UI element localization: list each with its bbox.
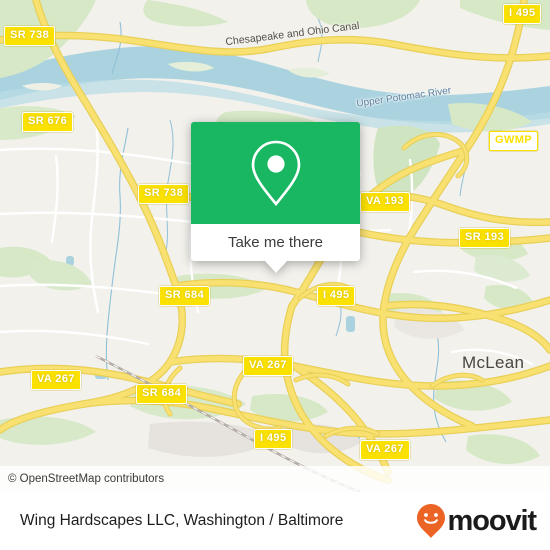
footer-bar: Wing Hardscapes LLC, Washington / Baltim… xyxy=(0,492,550,550)
road-shield-i-495-3[interactable]: I 495 xyxy=(254,429,293,449)
popup-pointer xyxy=(264,261,287,273)
road-shield-i-495[interactable]: I 495 xyxy=(503,4,542,24)
map-pin-icon xyxy=(251,140,300,207)
moovit-wordmark: moovit xyxy=(447,504,538,537)
road-shield-va-267-3[interactable]: VA 267 xyxy=(360,440,410,460)
road-shield-va-267-2[interactable]: VA 267 xyxy=(31,370,81,390)
popup-header xyxy=(191,122,360,224)
road-shield-sr-738[interactable]: SR 738 xyxy=(4,26,56,46)
road-shield-sr-193[interactable]: SR 193 xyxy=(459,228,511,248)
moovit-pin-smiley-icon xyxy=(416,504,445,538)
road-shield-va-193[interactable]: VA 193 xyxy=(360,192,410,212)
road-shield-sr-684-2[interactable]: SR 684 xyxy=(136,384,188,404)
place-title: Wing Hardscapes LLC, Washington / Baltim… xyxy=(20,512,344,529)
popup-footer[interactable]: Take me there xyxy=(191,224,360,261)
map-canvas[interactable]: Chesapeake and Ohio Canal Upper Potomac … xyxy=(0,0,550,492)
take-me-there-label: Take me there xyxy=(227,234,324,251)
road-shield-gwmp[interactable]: GWMP xyxy=(489,131,539,151)
map-attribution-bar: © OpenStreetMap contributors xyxy=(0,466,550,492)
road-shield-sr-676[interactable]: SR 676 xyxy=(22,112,74,132)
road-shield-sr-738-2[interactable]: SR 738 xyxy=(138,184,190,204)
road-shield-sr-684[interactable]: SR 684 xyxy=(159,286,211,306)
osm-attribution-text[interactable]: © OpenStreetMap contributors xyxy=(0,473,164,485)
moovit-logo[interactable]: moovit xyxy=(416,503,538,539)
road-shield-i-495-2[interactable]: I 495 xyxy=(317,286,356,306)
road-shield-va-267[interactable]: VA 267 xyxy=(243,356,293,376)
pond xyxy=(346,316,355,332)
location-popup[interactable]: Take me there xyxy=(191,122,360,273)
screenshot-root: Chesapeake and Ohio Canal Upper Potomac … xyxy=(0,0,550,550)
